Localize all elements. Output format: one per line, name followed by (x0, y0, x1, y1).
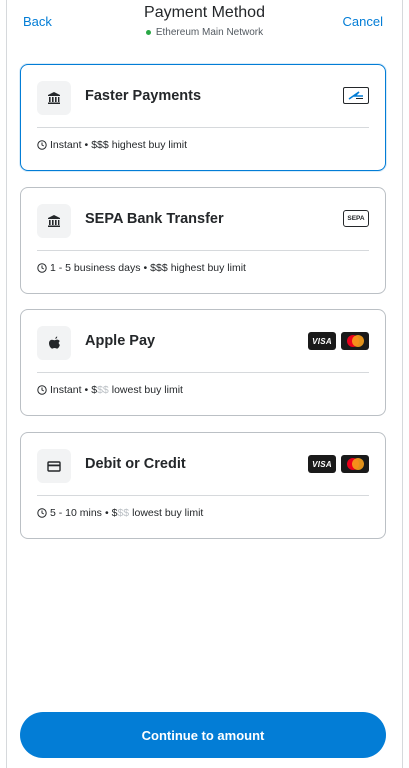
clock-icon (37, 140, 47, 150)
method-details: Instant • $$$ highest buy limit (37, 139, 187, 151)
limit-text: highest buy limit (111, 139, 188, 151)
method-title: Faster Payments (85, 88, 202, 104)
limit-indicator: $$$ (150, 262, 168, 274)
separator: • (143, 262, 148, 274)
method-title: Apple Pay (85, 333, 156, 349)
continue-to-amount-button[interactable]: Continue to amount (20, 712, 386, 758)
separator: • (104, 507, 109, 519)
sepa-logo: SEPA (343, 210, 369, 227)
badge-row: VISA (308, 332, 369, 350)
network-indicator: Ethereum Main Network (145, 26, 264, 39)
method-details: 1 - 5 business days • $$$ highest buy li… (37, 262, 246, 274)
limit-indicator: $$$ (91, 384, 109, 396)
card-divider (37, 250, 369, 251)
limit-indicator: $$$ (111, 507, 130, 519)
badge-row: VISA (308, 455, 369, 473)
method-time: 5 - 10 mins (50, 507, 102, 519)
mastercard-logo (341, 455, 369, 473)
card-header: Faster Payments (21, 65, 385, 127)
limit-text: highest buy limit (170, 262, 246, 274)
apple-icon (37, 326, 71, 360)
card-header: Apple Pay VISA (21, 310, 385, 372)
payment-method-apple-pay[interactable]: Apple Pay VISA Instant • $$$ lowest buy … (20, 309, 386, 416)
card-divider (37, 372, 369, 373)
method-title: Debit or Credit (85, 456, 186, 472)
visa-logo: VISA (308, 332, 336, 350)
mastercard-logo (341, 332, 369, 350)
header: Back Payment Method Ethereum Main Networ… (0, 0, 409, 48)
credit-card-icon (37, 449, 71, 483)
clock-icon (37, 263, 47, 273)
visa-logo: VISA (308, 455, 336, 473)
clock-icon (37, 508, 47, 518)
separator: • (84, 384, 89, 396)
limit-indicator: $$$ (91, 139, 109, 151)
bank-icon (37, 204, 71, 238)
badge-row: SEPA (343, 210, 369, 227)
network-status-dot (145, 30, 151, 35)
method-time: Instant (50, 384, 82, 396)
method-details: 5 - 10 mins • $$$ lowest buy limit (37, 507, 203, 519)
method-details: Instant • $$$ lowest buy limit (37, 384, 183, 396)
network-label: Ethereum Main Network (155, 27, 264, 38)
method-time: Instant (50, 139, 82, 151)
payment-method-sepa[interactable]: SEPA Bank Transfer SEPA 1 - 5 business d… (20, 187, 386, 294)
badge-row (343, 87, 369, 104)
card-header: SEPA Bank Transfer SEPA (21, 188, 385, 250)
limit-text: lowest buy limit (111, 384, 183, 396)
faster-payments-logo (343, 87, 369, 104)
separator: • (84, 139, 89, 151)
card-divider (37, 495, 369, 496)
card-header: Debit or Credit VISA (21, 433, 385, 495)
bank-icon (37, 81, 71, 115)
clock-icon (37, 385, 47, 395)
payment-method-faster-payments[interactable]: Faster Payments Instant • $$$ highest bu… (20, 64, 386, 171)
card-divider (37, 127, 369, 128)
method-time: 1 - 5 business days (50, 262, 141, 274)
payment-method-debit-credit[interactable]: Debit or Credit VISA 5 - 10 mins • $$$ l… (20, 432, 386, 539)
limit-text: lowest buy limit (132, 507, 204, 519)
method-title: SEPA Bank Transfer (85, 211, 224, 227)
cancel-button[interactable]: Cancel (343, 14, 383, 29)
